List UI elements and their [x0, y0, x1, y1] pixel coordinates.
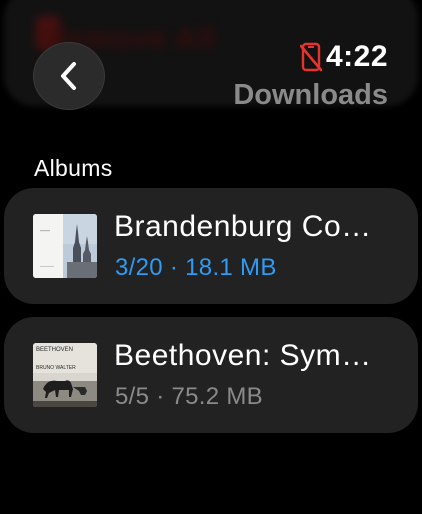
album-track-progress: 5/5	[115, 383, 150, 410]
status-bar: 4:22	[299, 40, 388, 74]
album-title: Brandenburg Concertos	[114, 210, 384, 243]
art-caption-top: BEETHOVEN	[36, 347, 73, 353]
clock-time: 4:22	[325, 40, 388, 73]
album-art-brandenburg	[33, 214, 97, 278]
meta-separator: ·	[169, 254, 179, 281]
album-size: 75.2 MB	[171, 383, 263, 410]
album-download-status: 3/20 · 18.1 MB	[115, 254, 277, 282]
meta-separator: ·	[156, 383, 165, 410]
album-size: 18.1 MB	[185, 254, 277, 281]
downloads-screen: Remove All 4:22 Downloads Albums Branden…	[0, 0, 422, 514]
album-row-beethoven[interactable]: BEETHOVEN BRUNO WALTER Beethoven: Sympho…	[4, 317, 418, 433]
phone-disconnected-icon	[299, 42, 322, 72]
album-track-progress: 3/20	[115, 254, 163, 281]
page-title: Downloads	[233, 79, 388, 111]
album-art-beethoven: BEETHOVEN BRUNO WALTER	[33, 343, 97, 407]
album-download-status: 5/5 · 75.2 MB	[115, 383, 263, 411]
back-button[interactable]	[33, 42, 105, 110]
chevron-left-icon	[61, 62, 76, 90]
album-row-brandenburg[interactable]: Brandenburg Concertos 3/20 · 18.1 MB	[4, 188, 418, 304]
albums-section-header: Albums	[34, 155, 113, 181]
album-title: Beethoven: Symphony	[114, 339, 384, 372]
art-caption-bottom: BRUNO WALTER	[36, 365, 76, 371]
